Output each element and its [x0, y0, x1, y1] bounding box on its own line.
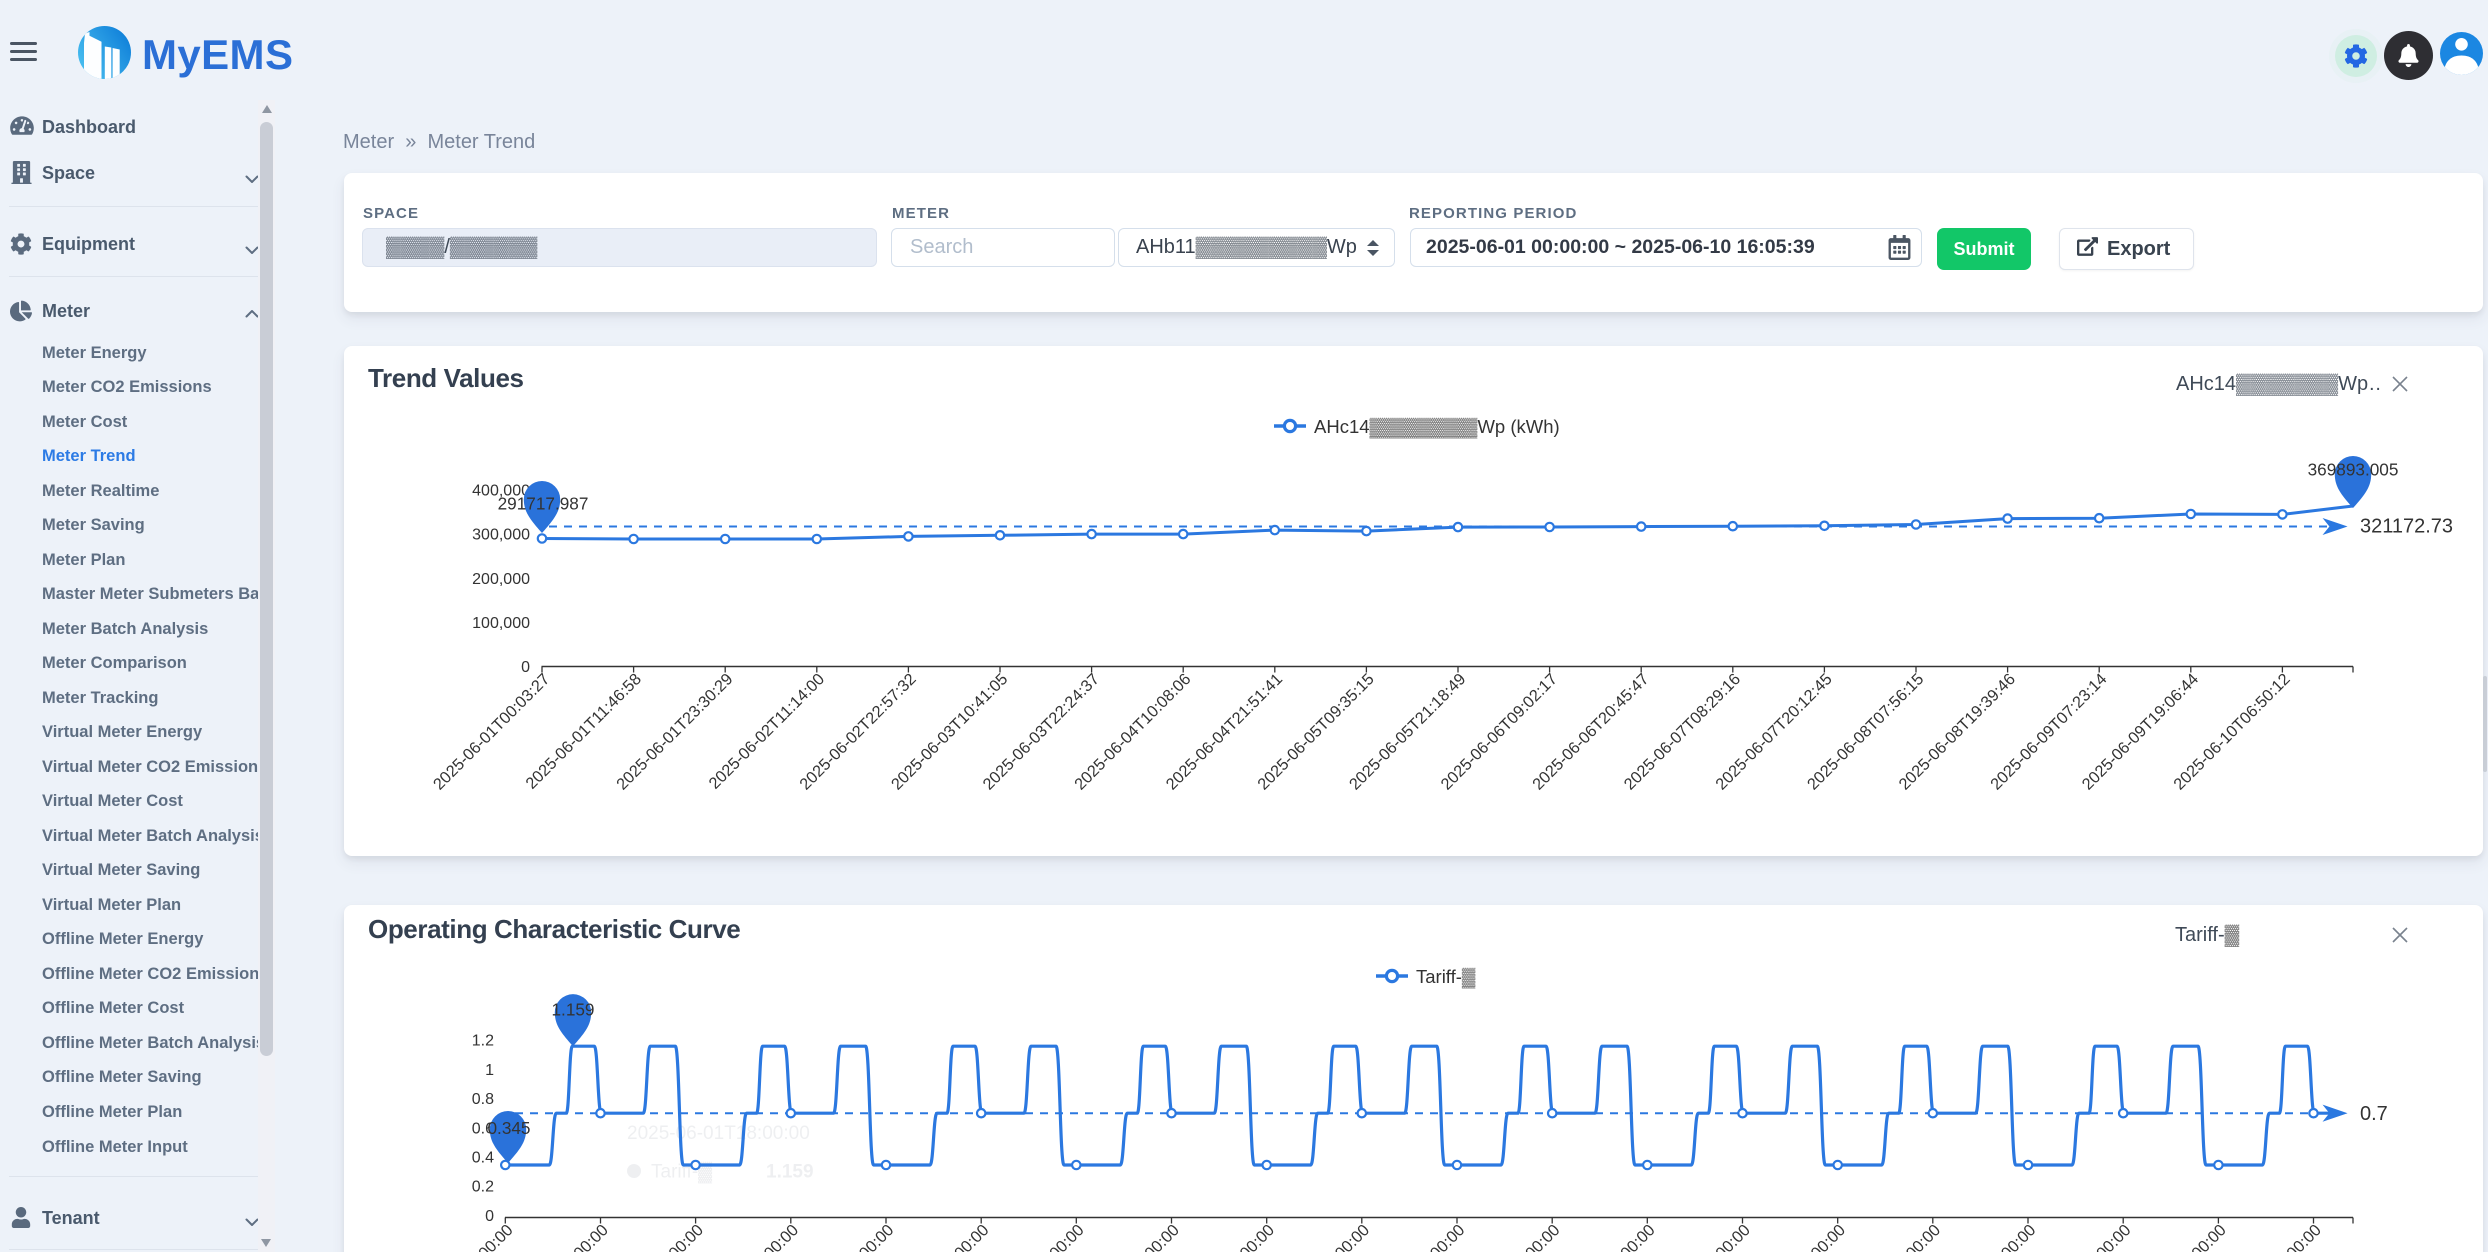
svg-text:1: 1 [485, 1062, 494, 1079]
svg-text:0.2: 0.2 [472, 1179, 494, 1196]
svg-text:1.159: 1.159 [766, 1162, 814, 1183]
svg-text:2025-06-01T00:00:00: 2025-06-01T00:00:00 [393, 1221, 516, 1252]
svg-text:1.159: 1.159 [551, 1000, 594, 1020]
svg-text:1.2: 1.2 [472, 1033, 494, 1050]
svg-text:0.8: 0.8 [472, 1091, 494, 1108]
svg-text:2025-06-01T18:00:00: 2025-06-01T18:00:00 [627, 1123, 810, 1144]
svg-text:200,000: 200,000 [472, 571, 530, 588]
svg-text:369893.005: 369893.005 [2308, 460, 2399, 480]
svg-text:300,000: 300,000 [472, 527, 530, 544]
svg-text:321172.73: 321172.73 [2360, 516, 2453, 538]
svg-text:291717.987: 291717.987 [498, 494, 589, 514]
svg-text:0: 0 [521, 659, 530, 676]
svg-text:0.4: 0.4 [472, 1149, 494, 1166]
svg-text:0.7: 0.7 [2360, 1103, 2388, 1125]
svg-text:100,000: 100,000 [472, 615, 530, 632]
svg-text:0.345: 0.345 [487, 1118, 530, 1138]
svg-text:0: 0 [485, 1208, 494, 1225]
